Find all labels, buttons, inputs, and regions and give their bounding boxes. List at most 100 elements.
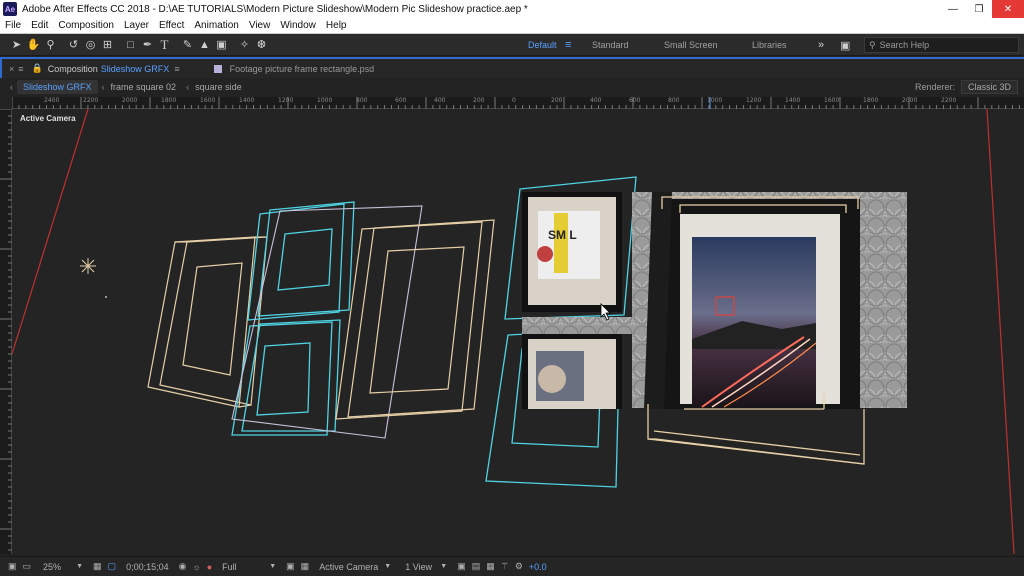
workspace-small-screen[interactable]: Small Screen [664, 34, 718, 56]
composition-panel-tabs: × ≡ 🔒 Composition Slideshow GRFX ≡ Foota… [0, 57, 1024, 78]
brush-tool-icon[interactable]: ✎ [179, 36, 196, 54]
breadcrumb-frame-square-02[interactable]: frame square 02 [105, 80, 183, 94]
breadcrumb-slideshow-grfx[interactable]: Slideshow GRFX [17, 80, 98, 94]
tab-menu-icon[interactable]: ≡ [174, 64, 179, 74]
region-of-interest-icon[interactable]: ▣ [286, 561, 295, 572]
photo-frame-square-top[interactable]: SM L [522, 192, 622, 312]
photo-frame-square-bottom[interactable] [522, 334, 622, 409]
chevron-down-icon: ▼ [76, 563, 84, 570]
ruler-label: 2000 [122, 97, 138, 104]
workspace-menu-icon[interactable]: ≡ [565, 34, 571, 56]
pen-tool-icon[interactable]: ✒ [139, 36, 156, 54]
footage-icon [213, 64, 222, 73]
footage-tab[interactable]: Footage picture frame rectangle.psd [230, 64, 375, 74]
hand-tool-icon[interactable]: ✋ [25, 36, 42, 54]
search-help-input[interactable]: ⚲ Search Help [864, 37, 1019, 53]
workspace-default[interactable]: Default [528, 34, 557, 56]
ruler-label: 1000 [317, 97, 333, 104]
ruler-label: 400 [434, 97, 446, 104]
views-layout-dropdown[interactable]: 1 View ▼ [401, 560, 451, 574]
frame-wireframe-cyan-2[interactable] [231, 319, 341, 436]
menu-animation[interactable]: Animation [194, 20, 238, 31]
zoom-tool-icon[interactable]: ⚲ [42, 36, 59, 54]
ruler-label: 600 [629, 97, 641, 104]
orbit-camera-icon[interactable]: ◎ [82, 36, 99, 54]
frame-wireframe-beige-2[interactable] [335, 219, 495, 420]
menu-file[interactable]: File [5, 20, 21, 31]
composition-viewer[interactable]: Active Camera SM L [12, 109, 1024, 554]
ruler-label: 200 [473, 97, 485, 104]
ruler-label: 2200 [941, 97, 957, 104]
ruler-label: 1200 [746, 97, 762, 104]
ruler-label: 800 [356, 97, 368, 104]
viewer-bottom-bar: ▣ ▭ 25% ▼ ▦ ▢ 0;00;15;04 ◉ ☼ ● Full ▼ ▣ … [0, 556, 1024, 576]
view-dropdown[interactable]: Active Camera ▼ [315, 560, 395, 574]
breadcrumb-square-side[interactable]: square side [189, 80, 248, 94]
grid-icon[interactable]: ▦ [93, 561, 102, 572]
rotate-tool-icon[interactable]: ↺ [65, 36, 82, 54]
chevron-down-icon: ▼ [384, 563, 392, 570]
panel-menu-icon[interactable]: ≡ [18, 64, 23, 74]
timecode[interactable]: 0;00;15;04 [126, 562, 169, 572]
menu-effect[interactable]: Effect [159, 20, 184, 31]
sync-settings-icon[interactable]: ▣ [840, 34, 850, 56]
exposure-value[interactable]: +0.0 [529, 562, 547, 572]
ruler-label: 2000 [902, 97, 918, 104]
view-value: Active Camera [319, 561, 379, 572]
ruler-label: 1400 [785, 97, 801, 104]
channel-icon[interactable]: ● [207, 562, 212, 572]
menu-layer[interactable]: Layer [124, 20, 149, 31]
nav-back-icon[interactable]: ‹ [10, 82, 13, 92]
camera-boundary-right [986, 109, 1015, 554]
more-workspaces-icon[interactable]: » [818, 34, 824, 56]
workspace-libraries[interactable]: Libraries [752, 34, 787, 56]
toggle-pixel-aspect-icon[interactable]: ▣ [457, 561, 466, 572]
renderer-label: Renderer: [914, 82, 955, 92]
ruler-label: 1800 [161, 97, 177, 104]
menu-edit[interactable]: Edit [31, 20, 48, 31]
comp-flowchart-icon[interactable]: ⚚ [501, 561, 509, 572]
ruler-label: 600 [395, 97, 407, 104]
type-tool-icon[interactable]: T [156, 36, 173, 54]
chevron-down-icon: ▼ [440, 563, 448, 570]
fast-previews-icon[interactable]: ▤ [472, 561, 481, 572]
composition-tab-name[interactable]: Slideshow GRFX [101, 64, 170, 74]
clone-stamp-icon[interactable]: ▲ [196, 36, 213, 54]
timeline-icon[interactable]: ▦ [486, 561, 495, 572]
panel-close-icon[interactable]: × [9, 64, 14, 74]
menu-composition[interactable]: Composition [58, 20, 114, 31]
always-preview-icon[interactable]: ▣ [8, 561, 17, 572]
menu-help[interactable]: Help [326, 20, 347, 31]
close-button[interactable]: ✕ [992, 0, 1024, 18]
roto-brush-icon[interactable]: ✧ [236, 36, 253, 54]
photo-frame-rectangle[interactable] [632, 192, 907, 409]
reset-exposure-icon[interactable]: ⚙ [515, 561, 523, 572]
selection-tool-icon[interactable]: ➤ [8, 36, 25, 54]
light-icon[interactable] [80, 258, 96, 274]
menu-bar: File Edit Composition Layer Effect Anima… [0, 18, 1024, 34]
menu-window[interactable]: Window [280, 20, 316, 31]
frame-wireframe-beige-1[interactable] [147, 236, 268, 408]
resolution-dropdown[interactable]: Full ▼ [218, 560, 280, 574]
menu-view[interactable]: View [249, 20, 271, 31]
rectangle-tool-icon[interactable]: □ [122, 36, 139, 54]
workspace-standard[interactable]: Standard [592, 34, 629, 56]
minimize-button[interactable]: — [940, 0, 966, 18]
lock-icon[interactable]: 🔒 [32, 63, 43, 74]
snapshot-icon[interactable]: ◉ [179, 561, 187, 572]
mask-toggle-icon[interactable]: ▢ [108, 561, 117, 572]
eraser-tool-icon[interactable]: ▣ [213, 36, 230, 54]
maximize-button[interactable]: ❐ [966, 0, 992, 18]
ruler-label: 1600 [200, 97, 216, 104]
puppet-pin-icon[interactable]: ❆ [253, 36, 270, 54]
pan-behind-icon[interactable]: ⊞ [99, 36, 116, 54]
tools-bar: ➤ ✋ ⚲ ↺ ◎ ⊞ □ ✒ T ✎ ▲ ▣ ✧ ❆ Default ≡ St… [0, 34, 1024, 56]
renderer-button[interactable]: Classic 3D [960, 80, 1018, 94]
zoom-dropdown[interactable]: 25% ▼ [39, 560, 87, 574]
frame-wireframe-cyan-1[interactable] [247, 201, 355, 321]
composition-tab-prefix[interactable]: Composition [48, 64, 98, 74]
show-snapshot-icon[interactable]: ☼ [192, 562, 200, 572]
monitor-icon[interactable]: ▭ [23, 561, 32, 572]
views-value: 1 View [405, 561, 433, 572]
transparency-grid-icon[interactable]: ▦ [301, 561, 310, 572]
